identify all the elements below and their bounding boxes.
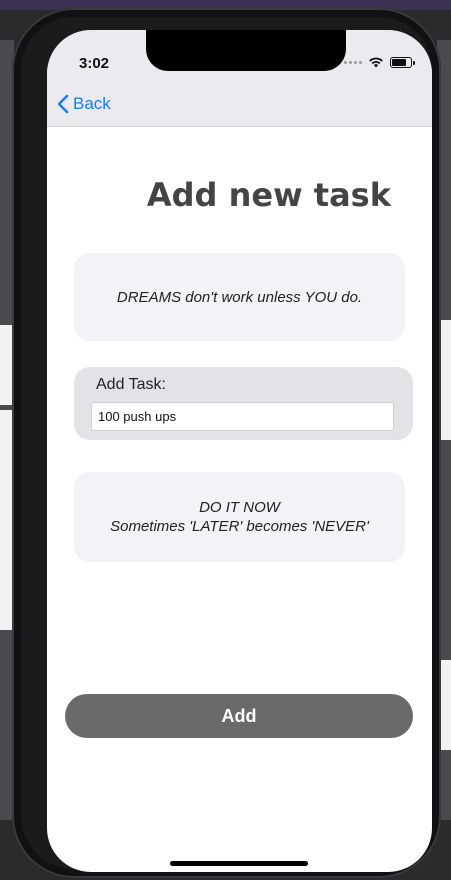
phone-screen: 3:02 Back Add new task DREAMS don't work…: [47, 30, 432, 872]
quote-text: DREAMS don't work unless YOU do.: [116, 288, 363, 306]
battery-icon: [390, 56, 415, 68]
back-button[interactable]: Back: [57, 94, 111, 114]
page-title: Add new task: [146, 176, 391, 214]
quote-line-2: Sometimes 'LATER' becomes 'NEVER': [110, 518, 369, 535]
add-button-label: Add: [221, 705, 257, 726]
cellular-signal-icon: [344, 60, 362, 64]
status-icons: [344, 56, 415, 68]
home-indicator[interactable]: [170, 861, 308, 866]
wifi-icon: [369, 57, 383, 68]
quote-line-1: DO IT NOW: [199, 499, 280, 516]
add-button[interactable]: Add: [65, 694, 413, 738]
back-button-label: Back: [73, 94, 111, 113]
battery-fill: [392, 58, 406, 66]
task-field-label: Add Task:: [96, 376, 166, 393]
device-notch: [146, 30, 346, 71]
task-input[interactable]: [91, 402, 394, 431]
add-task-form: Add Task:: [74, 367, 413, 440]
phone-device-frame: 3:02 Back Add new task DREAMS don't work…: [12, 8, 441, 878]
chevron-left-icon: [57, 94, 69, 114]
motivational-quote-card-2: DO IT NOW Sometimes 'LATER' becomes 'NEV…: [74, 472, 405, 562]
status-time: 3:02: [79, 55, 110, 72]
motivational-quote-card: DREAMS don't work unless YOU do.: [74, 253, 405, 341]
